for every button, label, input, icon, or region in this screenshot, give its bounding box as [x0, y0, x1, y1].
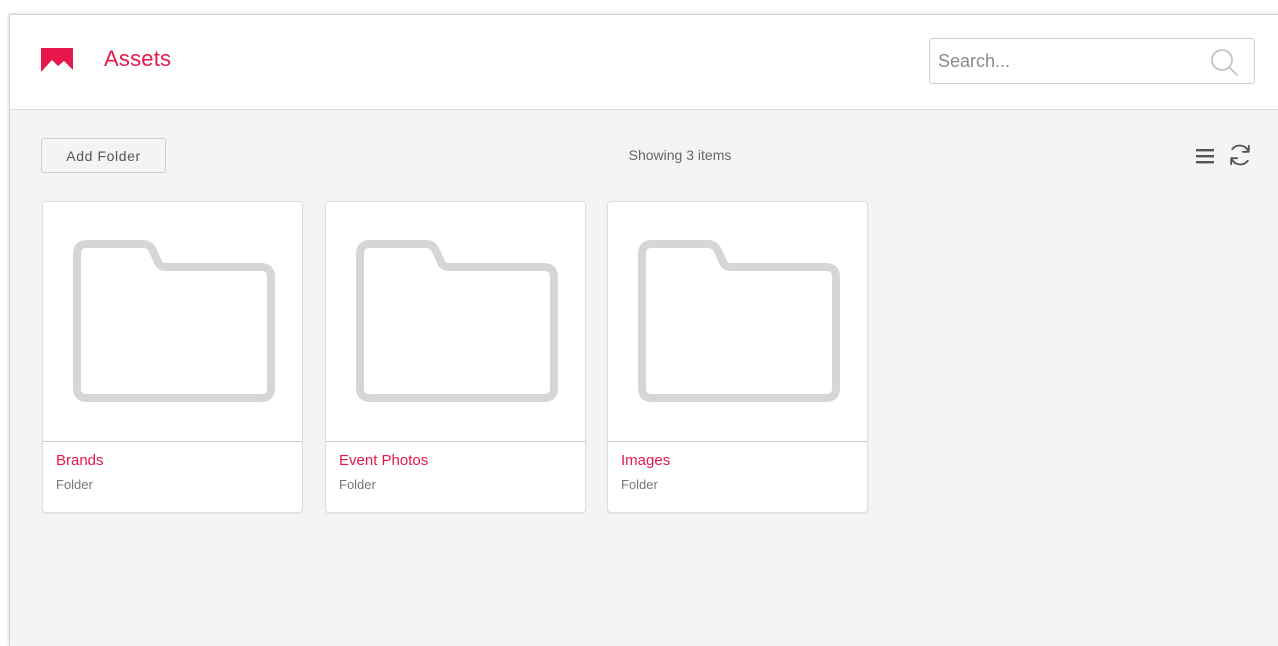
search-icon[interactable]: [1210, 48, 1238, 76]
search-box[interactable]: [929, 38, 1255, 84]
folder-icon: [356, 240, 558, 402]
folder-thumbnail: [608, 202, 867, 442]
page-title: Assets: [104, 46, 172, 71]
folder-type: Folder: [339, 477, 376, 492]
folder-type: Folder: [621, 477, 658, 492]
item-count: Showing 3 items: [628, 147, 732, 163]
folder-thumbnail: [43, 202, 302, 442]
folder-card[interactable]: Images Folder: [607, 201, 868, 513]
folder-icon: [638, 240, 840, 402]
folder-thumbnail: [326, 202, 585, 442]
app-window: Assets Add Folder Showing 3 items Brands…: [9, 14, 1278, 646]
refresh-icon[interactable]: [1227, 142, 1253, 168]
folder-name[interactable]: Brands: [56, 452, 104, 469]
folder-name[interactable]: Event Photos: [339, 452, 428, 469]
folder-name[interactable]: Images: [621, 452, 670, 469]
list-view-icon[interactable]: [1195, 146, 1215, 166]
folder-card[interactable]: Brands Folder: [42, 201, 303, 513]
folder-card[interactable]: Event Photos Folder: [325, 201, 586, 513]
add-folder-button[interactable]: Add Folder: [41, 138, 166, 173]
image-icon: [41, 48, 73, 78]
header-bar: Assets: [10, 15, 1278, 110]
folder-icon: [73, 240, 275, 402]
folder-type: Folder: [56, 477, 93, 492]
search-input[interactable]: [930, 39, 1198, 83]
